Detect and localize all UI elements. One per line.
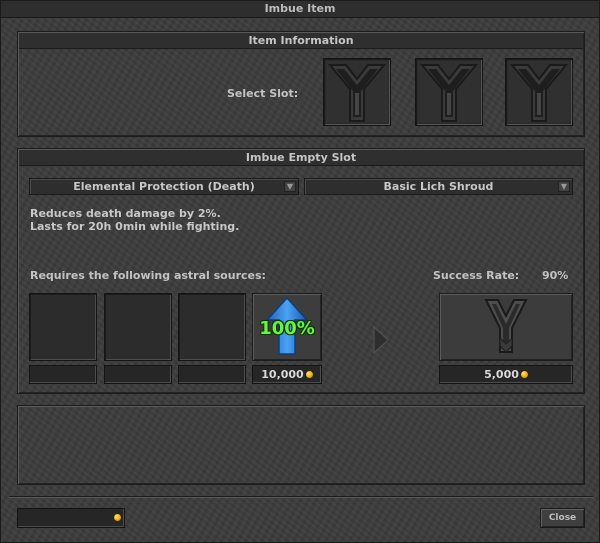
item-information-panel: Item Information <box>17 31 585 137</box>
gold-coin-icon <box>520 371 528 378</box>
imbue-cost: 5,000 <box>484 368 519 381</box>
protection-cost: 10,000 <box>261 368 304 381</box>
requires-sources-label: Requires the following astral sources: <box>30 269 266 282</box>
imbue-empty-slot-header: Imbue Empty Slot <box>19 150 583 166</box>
imbuement-type-value: Elemental Protection (Death) <box>73 180 255 193</box>
clear-imbuement-panel <box>17 405 585 485</box>
imbuement-slot-1[interactable] <box>323 58 391 126</box>
imbuement-type-select[interactable]: Elemental Protection (Death) ▼ <box>29 178 299 195</box>
astral-source-count-1 <box>29 365 97 384</box>
imbuement-slot-icon <box>326 61 388 123</box>
gold-balance-box <box>17 508 125 528</box>
triangle-right-icon <box>373 326 389 354</box>
select-slot-label: Select Slot: <box>227 87 299 100</box>
imbuement-description-line-1: Reduces death damage by 2%. <box>30 207 221 220</box>
close-button[interactable]: Close <box>540 508 585 528</box>
astral-source-slot-1 <box>29 293 97 361</box>
astral-source-slot-2 <box>104 293 172 361</box>
imbuement-tier-select[interactable]: Basic Lich Shroud ▼ <box>304 178 573 195</box>
imbuement-slot-icon <box>418 61 480 123</box>
astral-source-count-2 <box>104 365 172 384</box>
imbuement-description-line-2: Lasts for 20h 0min while fighting. <box>30 220 240 233</box>
imbuement-slot-3[interactable] <box>505 58 573 126</box>
imbue-cost-box: 5,000 <box>439 365 573 384</box>
success-rate-value: 90% <box>542 269 569 282</box>
imbuement-tier-value: Basic Lich Shroud <box>383 180 494 193</box>
close-button-label: Close <box>548 513 577 523</box>
protection-cost-box: 10,000 <box>252 365 322 384</box>
protection-gem-text: 100% <box>259 318 315 339</box>
gold-coin-icon <box>114 514 121 521</box>
success-rate-label: Success Rate: <box>433 269 520 282</box>
chevron-down-icon[interactable]: ▼ <box>558 181 570 192</box>
item-information-header: Item Information <box>19 33 583 49</box>
window-title: Imbue Item <box>1 1 599 18</box>
chevron-down-icon[interactable]: ▼ <box>284 181 296 192</box>
protection-button[interactable]: 100% <box>252 293 322 361</box>
imbuement-slot-2[interactable] <box>415 58 483 126</box>
gold-coin-icon <box>305 371 313 378</box>
imbue-rune-icon <box>484 299 528 353</box>
imbue-item-window: Imbue Item Item Information Select Slot: <box>0 0 600 543</box>
imbuement-slot-icon <box>508 61 570 123</box>
astral-source-slot-3 <box>178 293 246 361</box>
astral-source-count-3 <box>178 365 246 384</box>
footer-divider <box>9 496 593 497</box>
apply-imbuement-button[interactable] <box>439 293 573 361</box>
